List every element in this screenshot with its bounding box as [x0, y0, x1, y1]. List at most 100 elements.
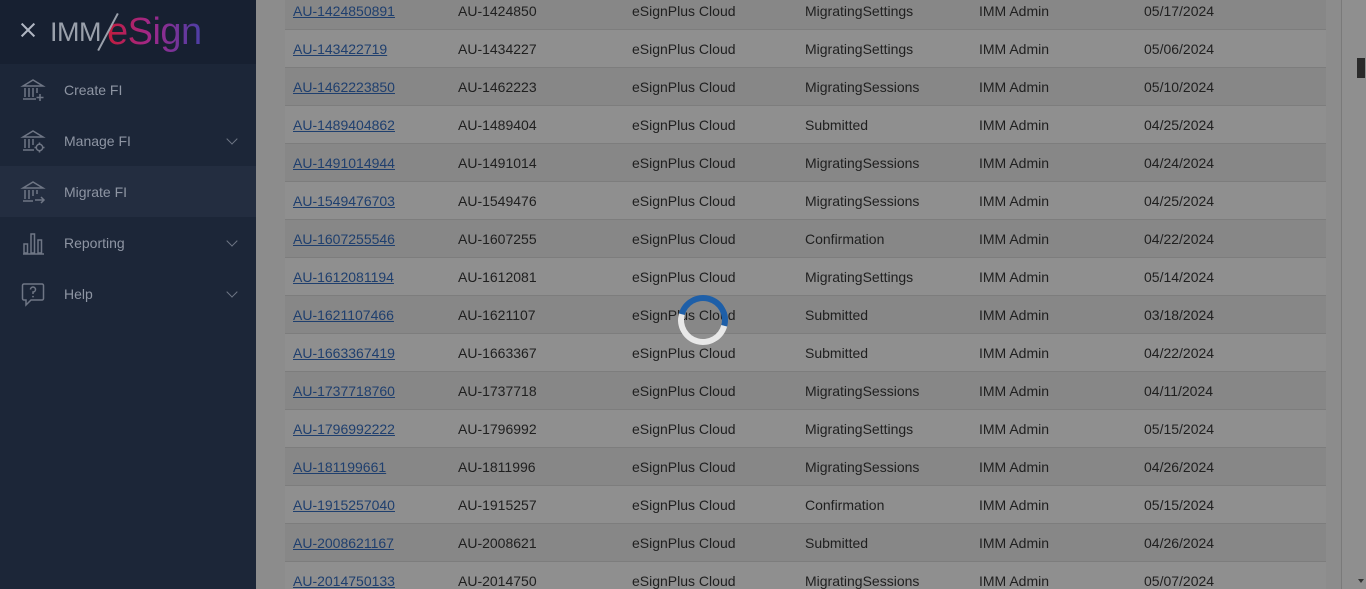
- fi-code-cell: AU-1612081: [458, 268, 537, 285]
- sidebar-item-label: Manage FI: [64, 132, 131, 149]
- fi-code-cell: AU-1424850: [458, 2, 537, 19]
- fi-code-cell: AU-1491014: [458, 154, 537, 171]
- fi-id-link[interactable]: AU-1549476703: [293, 193, 395, 209]
- sidebar-item-manage-fi[interactable]: Manage FI: [0, 115, 256, 166]
- user-cell: IMM Admin: [979, 344, 1050, 361]
- product-cell: eSignPlus Cloud: [632, 458, 736, 475]
- table-row: AU-1462223850 AU-1462223 eSignPlus Cloud Mi…: [285, 68, 1326, 106]
- logo-esign: eSign: [106, 10, 202, 53]
- fi-id-link[interactable]: AU-2014750133: [293, 573, 395, 589]
- sidebar-item-label: Reporting: [64, 234, 125, 251]
- product-cell: eSignPlus Cloud: [632, 192, 736, 209]
- fi-id-cell: AU-1424850891: [285, 3, 458, 19]
- sidebar-item-create-fi[interactable]: Create FI: [0, 64, 256, 115]
- fi-id-link[interactable]: AU-1491014944: [293, 155, 395, 171]
- product-cell: eSignPlus Cloud: [632, 344, 736, 361]
- date-cell: 04/26/2024: [1144, 534, 1215, 551]
- product-cell: eSignPlus Cloud: [632, 154, 736, 171]
- migration-table: AU-1424850891 AU-1424850 eSignPlus Cloud Mi…: [285, 0, 1326, 589]
- date-cell: 04/26/2024: [1144, 458, 1215, 475]
- fi-code-cell: AU-1434227: [458, 40, 537, 57]
- close-icon[interactable]: [18, 20, 38, 40]
- product-cell: eSignPlus Cloud: [632, 268, 736, 285]
- product-cell: eSignPlus Cloud: [632, 40, 736, 57]
- bank-gear-icon: [20, 130, 46, 153]
- user-cell: IMM Admin: [979, 496, 1050, 513]
- sidebar-item-reporting[interactable]: Reporting: [0, 217, 256, 268]
- bank-plus-icon: [20, 79, 46, 101]
- fi-id-link[interactable]: AU-1462223850: [293, 79, 395, 95]
- fi-id-cell: AU-1612081194: [285, 269, 458, 285]
- sidebar-item-label: Help: [64, 285, 93, 302]
- user-cell: IMM Admin: [979, 458, 1050, 475]
- table-row: AU-143422719 AU-1434227 eSignPlus Cloud Mig…: [285, 30, 1326, 68]
- product-cell: eSignPlus Cloud: [632, 78, 736, 95]
- fi-code-cell: AU-1663367: [458, 344, 537, 361]
- user-cell: IMM Admin: [979, 78, 1050, 95]
- bar-chart-icon: [23, 233, 44, 255]
- fi-id-link[interactable]: AU-1489404862: [293, 117, 395, 133]
- status-cell: Confirmation: [805, 496, 885, 513]
- fi-code-cell: AU-1737718: [458, 382, 537, 399]
- fi-id-link[interactable]: AU-1607255546: [293, 231, 395, 247]
- fi-code-cell: AU-1549476: [458, 192, 537, 209]
- logo: IMM eSign: [50, 8, 202, 56]
- chevron-down-icon: [226, 235, 238, 247]
- fi-id-link[interactable]: AU-143422719: [293, 41, 387, 57]
- fi-id-link[interactable]: AU-1424850891: [293, 3, 395, 19]
- brand-header: IMM eSign: [0, 0, 256, 64]
- product-cell: eSignPlus Cloud: [632, 2, 736, 19]
- fi-id-link[interactable]: AU-181199661: [293, 459, 386, 475]
- fi-id-link[interactable]: AU-2008621167: [293, 535, 394, 551]
- chevron-down-icon: [226, 133, 238, 145]
- chevron-down-icon: [226, 286, 238, 298]
- main-content: AU-1424850891 AU-1424850 eSignPlus Cloud Mi…: [256, 0, 1341, 589]
- fi-id-link[interactable]: AU-1663367419: [293, 345, 395, 361]
- user-cell: IMM Admin: [979, 40, 1050, 57]
- sidebar: IMM eSign Create FI Manage FI Migrate FI…: [0, 0, 256, 589]
- fi-code-cell: AU-2008621: [458, 534, 537, 551]
- table-row: AU-1796992222 AU-1796992 eSignPlus Cloud Mi…: [285, 410, 1326, 448]
- table-row: AU-1737718760 AU-1737718 eSignPlus Cloud Mi…: [285, 372, 1326, 410]
- user-cell: IMM Admin: [979, 306, 1050, 323]
- fi-id-cell: AU-2008621167: [285, 535, 458, 551]
- status-cell: MigratingSessions: [805, 382, 920, 399]
- date-cell: 05/14/2024: [1144, 268, 1215, 285]
- table-row: AU-1489404862 AU-1489404 eSignPlus Cloud Su…: [285, 106, 1326, 144]
- sidebar-item-migrate-fi[interactable]: Migrate FI: [0, 166, 256, 217]
- fi-id-link[interactable]: AU-1796992222: [293, 421, 395, 437]
- date-cell: 04/11/2024: [1144, 382, 1214, 399]
- bank-arrow-icon: [20, 181, 46, 204]
- user-cell: IMM Admin: [979, 192, 1050, 209]
- table-row: AU-1612081194 AU-1612081 eSignPlus Cloud Mi…: [285, 258, 1326, 296]
- fi-id-link[interactable]: AU-1621107466: [293, 307, 394, 323]
- fi-id-cell: AU-181199661: [285, 459, 458, 475]
- user-cell: IMM Admin: [979, 420, 1050, 437]
- user-cell: IMM Admin: [979, 230, 1050, 247]
- fi-id-link[interactable]: AU-1915257040: [293, 497, 395, 513]
- status-cell: MigratingSessions: [805, 572, 920, 589]
- fi-code-cell: AU-1915257: [458, 496, 537, 513]
- fi-id-link[interactable]: AU-1612081194: [293, 269, 394, 285]
- table-row: AU-1424850891 AU-1424850 eSignPlus Cloud Mi…: [285, 0, 1326, 30]
- status-cell: MigratingSessions: [805, 78, 920, 95]
- logo-imm: IMM: [50, 16, 101, 47]
- product-cell: eSignPlus Cloud: [632, 420, 736, 437]
- date-cell: 05/07/2024: [1144, 572, 1215, 589]
- fi-id-cell: AU-1607255546: [285, 231, 458, 247]
- table-row: AU-1915257040 AU-1915257 eSignPlus Cloud Co…: [285, 486, 1326, 524]
- date-cell: 03/18/2024: [1144, 306, 1215, 323]
- status-cell: MigratingSettings: [805, 40, 914, 57]
- fi-code-cell: AU-1811996: [458, 458, 536, 475]
- fi-id-cell: AU-1489404862: [285, 117, 458, 133]
- user-cell: IMM Admin: [979, 2, 1050, 19]
- fi-id-link[interactable]: AU-1737718760: [293, 383, 395, 399]
- fi-code-cell: AU-1607255: [458, 230, 537, 247]
- fi-code-cell: AU-1621107: [458, 306, 536, 323]
- scrollbar-thumb[interactable]: [1357, 58, 1365, 78]
- table-row: AU-1491014944 AU-1491014 eSignPlus Cloud Mi…: [285, 144, 1326, 182]
- sidebar-item-help[interactable]: Help: [0, 268, 256, 319]
- scroll-down-arrow-icon[interactable]: [1358, 579, 1364, 583]
- date-cell: 04/22/2024: [1144, 344, 1215, 361]
- page-scrollbar[interactable]: [1341, 0, 1366, 589]
